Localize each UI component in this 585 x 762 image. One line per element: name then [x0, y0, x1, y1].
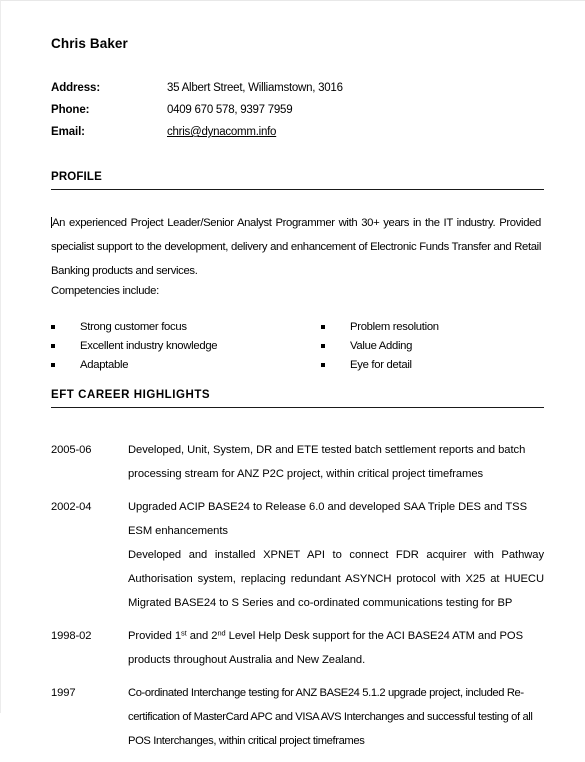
- page-title: Chris Baker: [51, 36, 128, 51]
- entry-paragraph: Developed and installed XPNET API to con…: [128, 549, 544, 609]
- address-label: Address:: [51, 82, 101, 94]
- entry-paragraph: Developed, Unit, System, DR and ETE test…: [128, 444, 526, 480]
- list-item: Adaptable: [51, 358, 299, 377]
- entry-body: Developed, Unit, System, DR and ETE test…: [128, 438, 544, 486]
- entry-year: 1997: [51, 687, 76, 699]
- competencies-list: Strong customer focus Excellent industry…: [51, 320, 546, 377]
- contact-row-phone: Phone: 0409 670 578, 9397 7959: [51, 104, 546, 126]
- table-row: 2005-06 Developed, Unit, System, DR and …: [51, 438, 544, 486]
- competencies-column-right: Problem resolution Value Adding Eye for …: [299, 320, 547, 377]
- square-bullet-icon: [51, 344, 55, 348]
- entry-body: Co-ordinated Interchange testing for ANZ…: [128, 681, 544, 753]
- list-item-label: Excellent industry knowledge: [80, 340, 218, 352]
- contact-row-address: Address: 35 Albert Street, Williamstown,…: [51, 82, 546, 104]
- table-row: 1997 Co-ordinated Interchange testing fo…: [51, 681, 544, 753]
- phone-value: 0409 670 578, 9397 7959: [167, 104, 293, 116]
- square-bullet-icon: [321, 363, 325, 367]
- profile-paragraph-text: An experienced Project Leader/Senior Ana…: [51, 217, 541, 277]
- list-item-label: Adaptable: [80, 359, 129, 371]
- entry-paragraph: Co-ordinated Interchange testing for ANZ…: [128, 687, 533, 747]
- profile-paragraph: An experienced Project Leader/Senior Ana…: [51, 211, 541, 283]
- square-bullet-icon: [51, 325, 55, 329]
- list-item: Excellent industry knowledge: [51, 339, 299, 358]
- contact-block: Address: 35 Albert Street, Williamstown,…: [51, 82, 546, 148]
- list-item-label: Strong customer focus: [80, 321, 187, 333]
- list-item-label: Eye for detail: [350, 359, 412, 371]
- profile-heading-label: PROFILE: [51, 171, 102, 183]
- entry-body: Provided 1st and 2nd Level Help Desk sup…: [128, 624, 544, 672]
- resume-page: Chris Baker Address: 35 Albert Street, W…: [0, 0, 585, 747]
- entry-year: 2005-06: [51, 444, 92, 456]
- list-item: Value Adding: [321, 339, 547, 358]
- entry-paragraph: Upgraded ACIP BASE24 to Release 6.0 and …: [128, 501, 527, 537]
- competencies-intro: Competencies include:: [51, 285, 159, 297]
- competencies-column-left: Strong customer focus Excellent industry…: [51, 320, 299, 377]
- address-value: 35 Albert Street, Williamstown, 3016: [167, 82, 343, 94]
- phone-label: Phone:: [51, 104, 90, 116]
- square-bullet-icon: [321, 325, 325, 329]
- table-row: 1998-02 Provided 1st and 2nd Level Help …: [51, 624, 544, 672]
- list-item: Problem resolution: [321, 320, 547, 339]
- entry-year: 2002-04: [51, 501, 92, 513]
- entry-body: Upgraded ACIP BASE24 to Release 6.0 and …: [128, 495, 544, 615]
- email-link[interactable]: chris@dynacomm.info: [167, 126, 276, 138]
- square-bullet-icon: [51, 363, 55, 367]
- section-divider: [51, 189, 544, 190]
- email-label: Email:: [51, 126, 85, 138]
- list-item-label: Problem resolution: [350, 321, 439, 333]
- contact-row-email: Email: chris@dynacomm.info: [51, 126, 546, 148]
- section-heading-profile: PROFILE: [51, 170, 544, 190]
- entry-year: 1998-02: [51, 630, 92, 642]
- entry-paragraph: Provided 1st and 2nd Level Help Desk sup…: [128, 628, 523, 666]
- table-row: 2002-04 Upgraded ACIP BASE24 to Release …: [51, 495, 544, 615]
- list-item: Eye for detail: [321, 358, 547, 377]
- career-highlights-list: 2005-06 Developed, Unit, System, DR and …: [51, 438, 544, 762]
- career-heading-label: EFT CAREER HIGHLIGHTS: [51, 389, 211, 401]
- list-item: Strong customer focus: [51, 320, 299, 339]
- section-heading-career: EFT CAREER HIGHLIGHTS: [51, 388, 544, 408]
- square-bullet-icon: [321, 344, 325, 348]
- section-divider: [51, 407, 544, 408]
- list-item-label: Value Adding: [350, 340, 413, 352]
